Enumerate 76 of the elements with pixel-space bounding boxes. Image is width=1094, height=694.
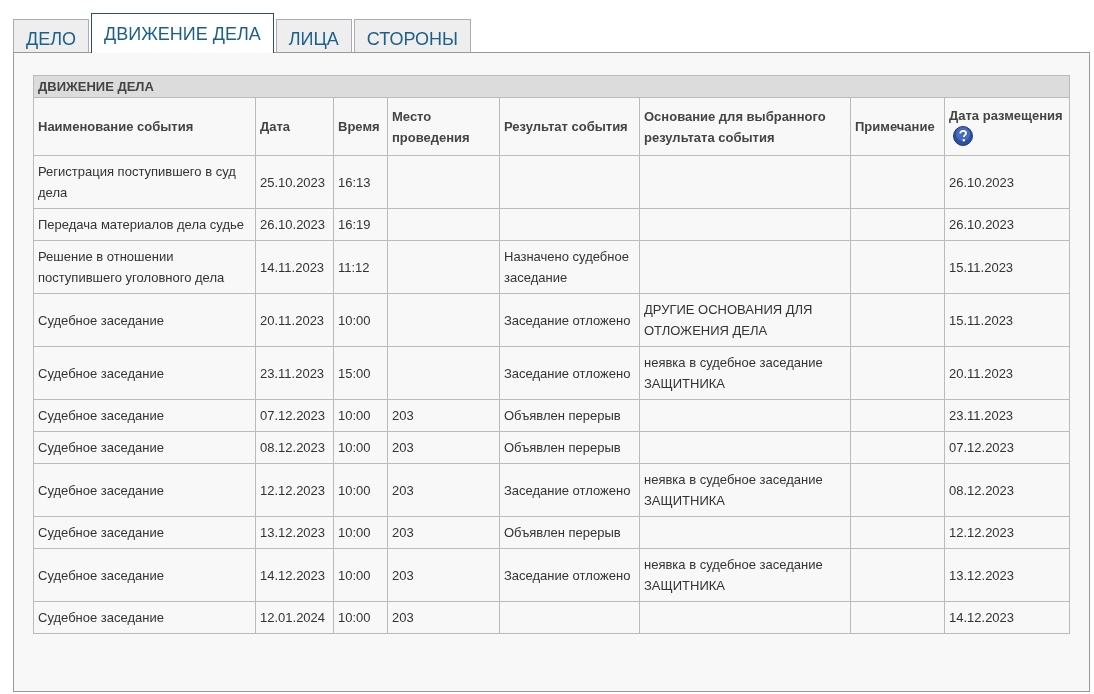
table-cell: 203 (387, 516, 500, 549)
table-cell: Объявлен перерыв (499, 399, 640, 432)
table-cell: Заседание отложено (499, 293, 640, 347)
table-cell: 12.12.2023 (255, 463, 334, 517)
table-cell: Судебное заседание (33, 548, 256, 602)
table-cell: Заседание отложено (499, 463, 640, 517)
table-cell: 10:00 (333, 463, 388, 517)
table-cell: 26.10.2023 (944, 155, 1070, 209)
table-cell: 14.12.2023 (255, 548, 334, 602)
table-cell: 12.12.2023 (944, 516, 1070, 549)
table-cell: Назначено судебное заседание (499, 240, 640, 294)
table-cell: Решение в отношении поступившего уголовного дела (33, 240, 256, 294)
tab[interactable]: ДЕЛО (13, 19, 89, 53)
table-cell: 10:00 (333, 431, 388, 464)
table-cell: 10:00 (333, 516, 388, 549)
table-cell: 12.01.2024 (255, 601, 334, 634)
column-header: Основание для выбранного результата события (639, 97, 851, 156)
column-header: Дата (255, 97, 334, 156)
table-cell: 15.11.2023 (944, 293, 1070, 347)
table-cell: Передача материалов дела судье (33, 208, 256, 241)
table-cell: 07.12.2023 (944, 431, 1070, 464)
table-cell: Заседание отложено (499, 346, 640, 400)
table-cell: Судебное заседание (33, 431, 256, 464)
table-cell: неявка в судебное заседание ЗАЩИТНИКА (639, 346, 851, 400)
table-cell: Регистрация поступившего в суд дела (33, 155, 256, 209)
table-cell: 10:00 (333, 548, 388, 602)
table-cell: 203 (387, 548, 500, 602)
table-cell: 07.12.2023 (255, 399, 334, 432)
table-cell: 08.12.2023 (944, 463, 1070, 517)
column-header: Наименование события (33, 97, 256, 156)
table-cell: 20.11.2023 (255, 293, 334, 347)
table-cell: 14.12.2023 (944, 601, 1070, 634)
table-title: ДВИЖЕНИЕ ДЕЛА (33, 75, 1070, 98)
table-cell: 23.11.2023 (255, 346, 334, 400)
table-cell: 23.11.2023 (944, 399, 1070, 432)
table-cell: неявка в судебное заседание ЗАЩИТНИКА (639, 463, 851, 517)
table-cell: 15:00 (333, 346, 388, 400)
table-cell: Заседание отложено (499, 548, 640, 602)
table-cell: Судебное заседание (33, 601, 256, 634)
table-cell: 16:13 (333, 155, 388, 209)
column-header: Примечание (850, 97, 945, 156)
table-cell: 25.10.2023 (255, 155, 334, 209)
table-cell: 203 (387, 431, 500, 464)
table-cell: Судебное заседание (33, 346, 256, 400)
table-cell: 08.12.2023 (255, 431, 334, 464)
table-cell: 26.10.2023 (255, 208, 334, 241)
table-cell: 14.11.2023 (255, 240, 334, 294)
column-header: Результат события (499, 97, 640, 156)
tab[interactable]: СТОРОНЫ (353, 19, 471, 53)
table-cell: 203 (387, 601, 500, 634)
table-cell: ДРУГИЕ ОСНОВАНИЯ ДЛЯ ОТЛОЖЕНИЯ ДЕЛА (639, 293, 851, 347)
table-cell: Судебное заседание (33, 399, 256, 432)
table-cell: 10:00 (333, 601, 388, 634)
table-cell: Объявлен перерыв (499, 516, 640, 549)
column-header: Дата размещения (949, 107, 1063, 123)
table-cell: 11:12 (333, 240, 388, 294)
table-cell: 203 (387, 399, 500, 432)
column-header: Время (333, 97, 388, 156)
table-cell: 10:00 (333, 293, 388, 347)
column-header: Место проведения (387, 97, 500, 156)
table-cell: 20.11.2023 (944, 346, 1070, 400)
table-cell: 13.12.2023 (944, 548, 1070, 602)
table-cell: 26.10.2023 (944, 208, 1070, 241)
table-cell: Судебное заседание (33, 516, 256, 549)
table-cell: 16:19 (333, 208, 388, 241)
table-cell: 13.12.2023 (255, 516, 334, 549)
table-cell: неявка в судебное заседание ЗАЩИТНИКА (639, 548, 851, 602)
table-cell: Судебное заседание (33, 463, 256, 517)
tab[interactable]: ДВИЖЕНИЕ ДЕЛА (91, 13, 274, 53)
table-cell: 10:00 (333, 399, 388, 432)
table-cell: Объявлен перерыв (499, 431, 640, 464)
table-cell: 15.11.2023 (944, 240, 1070, 294)
table-cell: Судебное заседание (33, 293, 256, 347)
table-cell: 203 (387, 463, 500, 517)
help-icon[interactable] (953, 125, 973, 146)
tab[interactable]: ЛИЦА (275, 19, 352, 53)
